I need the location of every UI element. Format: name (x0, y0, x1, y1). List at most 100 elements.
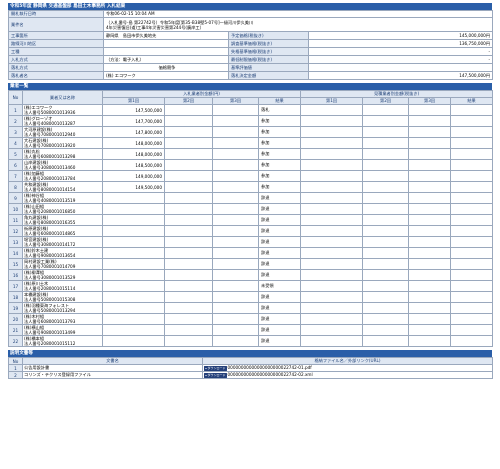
bid-method-label: 入札方式 (8, 55, 104, 64)
project-name-value: （入札番号-島 第22742号）令和5年度[第35-B38壁5-07号]一級河川… (102, 17, 494, 32)
est-round2-amount (362, 104, 410, 116)
est-round3-amount (408, 170, 452, 182)
table-row: 13 堀宮建設(株) 法人番号3080001014172 辞退 (8, 236, 494, 248)
est-round3-amount (408, 280, 452, 292)
bid-round1-amount (102, 236, 165, 248)
bidder-corp-number: 法人番号2080001015114 (24, 286, 76, 291)
location-value: 静岡県 島田市伊久美地先 (103, 31, 229, 40)
table-row: 7 (株)加藤組 法人番号2080001013784 149,000,000 参加 (8, 170, 494, 182)
bid-round3-amount (212, 214, 259, 226)
lowest-limit-value: - (307, 55, 494, 64)
file-link[interactable]: 00000000000000000000022742-02.xml (228, 373, 313, 378)
doc-link-cell: ダウンロード 00000000000000000000022742-02.xml (202, 371, 493, 379)
bid-round1-amount (102, 302, 165, 314)
est-round1-amount (300, 269, 364, 281)
survey-price-label: 調査基準価格(税抜き) (228, 39, 309, 48)
bid-result: 辞退 (257, 214, 302, 226)
bidder-corp-number: 法人番号6080001014865 (24, 231, 76, 236)
table-row: 9 (株)神谷組 法人番号4080001013519 辞退 (8, 192, 494, 204)
doc-name: 公告用設計書 (22, 364, 203, 372)
doc-row-no: 2 (8, 371, 23, 379)
bid-round3-amount (212, 159, 259, 171)
bid-result: 参加 (257, 148, 302, 160)
table-row: 10 (株)山田組 法人番号2080001016850 辞退 (8, 203, 494, 215)
winner-value: (株) エコワーク (103, 71, 229, 80)
location-label: 工事箇所 (8, 31, 104, 40)
col-no-header: No (8, 90, 23, 105)
est-round2-amount (362, 291, 410, 303)
bid-round3-amount (212, 324, 259, 336)
est-round3-amount (408, 203, 452, 215)
bidder-name-cell: 大石建設(株) 法人番号7080001013920 (22, 137, 103, 149)
bid-round3-amount (212, 269, 259, 281)
est-round1-amount (300, 225, 364, 237)
est-round3-amount (408, 104, 452, 116)
est-round1-amount (300, 214, 364, 226)
download-button[interactable]: ダウンロード (204, 373, 227, 378)
bid-round1-amount: 147,500,000 (102, 104, 165, 116)
bid-round3-amount (212, 115, 259, 127)
est-result (450, 269, 494, 281)
district-value (103, 39, 229, 48)
page-title: 令和5年度 静岡県 交通基盤部 島田土木事務所 入札結果 (8, 3, 492, 10)
award-method-value: 価格競争 (103, 63, 229, 72)
bid-round2-amount (164, 313, 213, 325)
est-result-header: 結果 (450, 97, 494, 105)
base-eval-value (307, 63, 494, 72)
bid-result: 辞退 (257, 258, 302, 270)
bid-result: 辞退 (257, 324, 302, 336)
file-link[interactable]: 00000000000000000000022742-01.pdf (228, 366, 312, 371)
est-result (450, 181, 494, 193)
est-round2-amount (362, 236, 410, 248)
bid-result: 未受領 (257, 280, 302, 292)
bidder-corp-number: 法人番号2080001015112 (24, 341, 76, 346)
est-result (450, 214, 494, 226)
doc-col-link-header: 格納ファイル名／外部リンク(URL) (202, 357, 493, 365)
opening-date-value: 令和06-02-15 10:04 AM (102, 10, 494, 18)
est-result (450, 170, 494, 182)
est-round3-amount (408, 313, 452, 325)
est-round1-header: 第1回 (300, 97, 364, 105)
bidder-name-cell: (株)原川土木 法人番号2080001015114 (22, 280, 103, 292)
row-no: 12 (8, 225, 23, 237)
bidder-name-cell: 大河原建設(株) 法人番号7080001012940 (22, 126, 103, 138)
row-no: 16 (8, 269, 23, 281)
row-no: 9 (8, 192, 23, 204)
bid-round1-amount (102, 214, 165, 226)
bid-round3-amount (212, 126, 259, 138)
table-row: 16 (株)柳澤組 法人番号3080001013529 辞退 (8, 269, 494, 281)
est-round1-amount (300, 280, 364, 292)
est-result (450, 302, 494, 314)
est-result (450, 247, 494, 259)
planned-price-label: 予定価格(税抜き) (228, 31, 309, 40)
est-round3-amount (408, 291, 452, 303)
bidder-name-cell: (株)神谷組 法人番号4080001013519 (22, 192, 103, 204)
est-result (450, 258, 494, 270)
table-row: 20 (株)木村組 法人番号6080001013793 辞退 (8, 313, 494, 325)
bid-round2-amount (164, 214, 213, 226)
award-price-label: 落札決定金額 (228, 71, 309, 80)
bid-result: 辞退 (257, 247, 302, 259)
min-price-label: 失格基準価格(税抜き) (228, 47, 309, 56)
est-round1-amount (300, 313, 364, 325)
est-round2-amount (362, 170, 410, 182)
est-round1-amount (300, 247, 364, 259)
table-row: 19 (株)羽種東海フォレスト 法人番号5080001013294 辞退 (8, 302, 494, 314)
opening-date-label: 開札執行日時 (8, 10, 104, 18)
page-container: 令和5年度 静岡県 交通基盤部 島田土木事務所 入札結果 開札執行日時 令和06… (8, 3, 494, 379)
table-row: 17 (株)原川土木 法人番号2080001015114 未受領 (8, 280, 494, 292)
bidder-name-cell: (株)柳澤組 法人番号3080001013529 (22, 269, 103, 281)
project-name-label: 業件名 (8, 17, 104, 32)
bid-round2-amount (164, 115, 213, 127)
bidder-corp-number: 法人番号4080001013519 (24, 198, 76, 203)
doc-link-cell: ダウンロード 00000000000000000000022742-01.pdf (202, 364, 493, 372)
bid-round1-amount: 148,500,000 (102, 159, 165, 171)
base-eval-label: 基準評価値 (228, 63, 309, 72)
min-price-value: - (307, 47, 494, 56)
download-button[interactable]: ダウンロード (204, 366, 227, 371)
bidder-name-cell: (株)橋本組 法人番号2080001015112 (22, 335, 103, 347)
bid-round2-amount (164, 258, 213, 270)
bid-round3-amount (212, 192, 259, 204)
row-no: 8 (8, 181, 23, 193)
list-item: 2 コリンズ・テクリス登録用ファイル ダウンロード 00000000000000000… (8, 371, 493, 379)
